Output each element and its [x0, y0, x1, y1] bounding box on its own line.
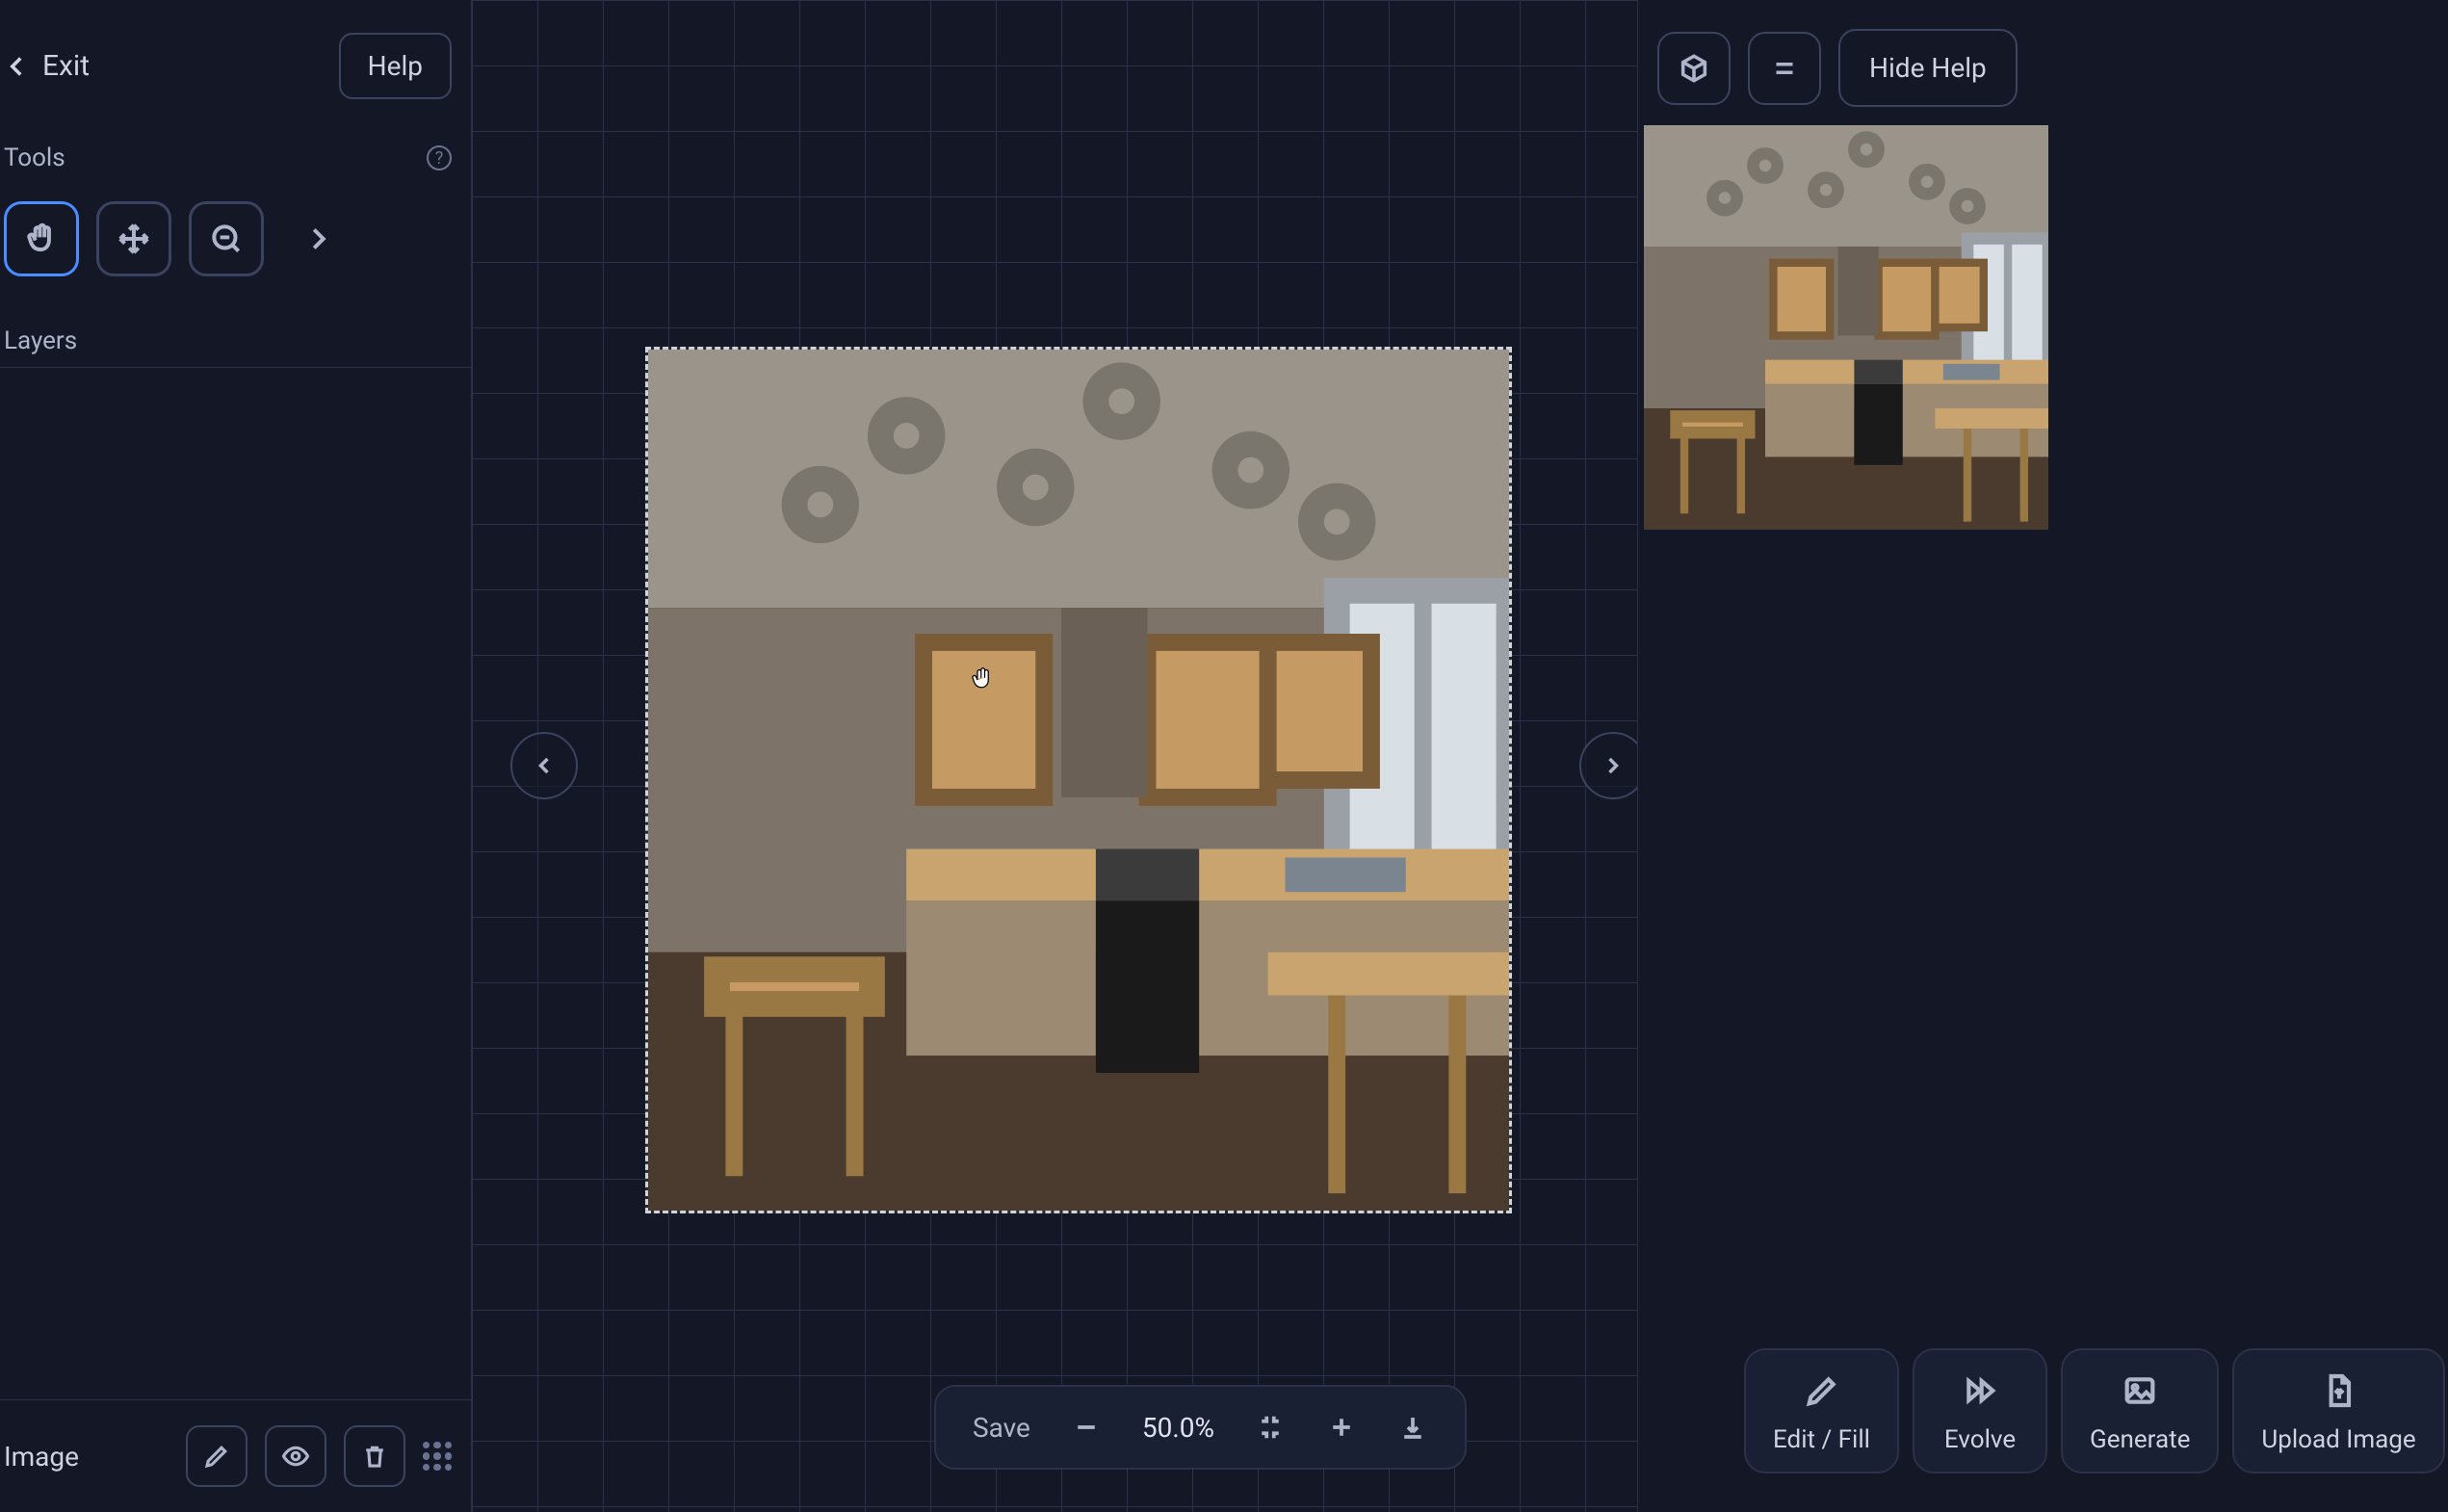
- prev-image-button[interactable]: [510, 732, 578, 799]
- tool-zoom-out[interactable]: [189, 201, 264, 276]
- hand-icon: [23, 221, 60, 257]
- sidebar-top-row: Exit Help: [0, 0, 471, 132]
- right-panel: Hide Help: [1637, 0, 2448, 1512]
- zoom-in-button[interactable]: [1318, 1404, 1365, 1450]
- visibility-button[interactable]: [265, 1425, 326, 1487]
- sidebar-bottom-row: Image: [0, 1399, 471, 1512]
- grab-cursor-icon: [968, 665, 997, 693]
- save-button[interactable]: Save: [965, 1412, 1038, 1444]
- delete-layer-button[interactable]: [344, 1425, 405, 1487]
- download-button[interactable]: [1390, 1404, 1436, 1450]
- canvas-image: [648, 350, 1509, 1211]
- action-generate[interactable]: Generate: [2061, 1348, 2219, 1473]
- tools-header: Tools ?: [0, 132, 471, 184]
- tools-header-label: Tools: [4, 143, 65, 172]
- question-icon[interactable]: ?: [427, 145, 452, 170]
- fit-screen-button[interactable]: [1247, 1404, 1293, 1450]
- arrow-left-icon: [0, 50, 33, 83]
- sidebar-spacer: [0, 368, 471, 1399]
- layers-header-label: Layers: [4, 326, 77, 355]
- canvas-image-frame[interactable]: [645, 347, 1512, 1213]
- action-upload[interactable]: Upload Image: [2232, 1348, 2444, 1473]
- thumbnail[interactable]: [1644, 125, 2048, 530]
- zoom-out-icon: [208, 221, 245, 257]
- eye-icon: [281, 1442, 310, 1471]
- plus-icon: [1327, 1413, 1356, 1442]
- chevron-right-icon: [1600, 752, 1627, 779]
- right-top-row: Hide Help: [1657, 29, 2429, 107]
- menu-button[interactable]: [1748, 32, 1821, 105]
- action-edit-fill-label: Edit / Fill: [1773, 1425, 1870, 1454]
- move-icon: [116, 221, 152, 257]
- image-label: Image: [4, 1441, 79, 1473]
- left-sidebar: Exit Help Tools ? Layers Image: [0, 0, 472, 1512]
- tool-row: [0, 184, 471, 315]
- tool-more[interactable]: [281, 201, 356, 276]
- action-generate-label: Generate: [2090, 1425, 2190, 1454]
- download-icon: [1398, 1413, 1427, 1442]
- exit-label: Exit: [42, 49, 90, 83]
- action-bar: Edit / Fill Evolve Generate Upload Image: [1744, 1348, 2445, 1473]
- cube-icon: [1678, 52, 1710, 85]
- chevron-right-icon: [300, 221, 337, 257]
- pencil-icon: [202, 1442, 231, 1471]
- tool-move[interactable]: [96, 201, 171, 276]
- edit-layer-button[interactable]: [186, 1425, 247, 1487]
- action-upload-label: Upload Image: [2261, 1425, 2415, 1454]
- minus-icon: [1072, 1413, 1101, 1442]
- thumbnail-image: [1644, 125, 2048, 530]
- drag-handle-icon[interactable]: [423, 1442, 452, 1471]
- view-3d-button[interactable]: [1657, 32, 1731, 105]
- hide-help-button[interactable]: Hide Help: [1838, 29, 2018, 107]
- menu-icon: [1768, 52, 1801, 85]
- action-evolve-label: Evolve: [1944, 1425, 2016, 1454]
- zoom-percent: 50.0%: [1134, 1412, 1222, 1444]
- file-upload-icon: [2320, 1371, 2358, 1410]
- trash-icon: [360, 1442, 389, 1471]
- exit-button[interactable]: Exit: [0, 49, 90, 83]
- image-icon: [2121, 1371, 2159, 1410]
- help-label: Help: [368, 50, 423, 82]
- help-button[interactable]: Help: [339, 33, 452, 99]
- chevron-left-icon: [531, 752, 558, 779]
- hide-help-label: Hide Help: [1869, 52, 1987, 84]
- pencil-icon: [1803, 1371, 1841, 1410]
- zoom-toolbar: Save 50.0%: [934, 1385, 1467, 1470]
- zoom-out-button[interactable]: [1063, 1404, 1109, 1450]
- fast-forward-icon: [1961, 1371, 1999, 1410]
- action-edit-fill[interactable]: Edit / Fill: [1744, 1348, 1899, 1473]
- tool-hand[interactable]: [4, 201, 79, 276]
- layers-header: Layers: [0, 315, 471, 368]
- action-evolve[interactable]: Evolve: [1913, 1348, 2047, 1473]
- collapse-icon: [1256, 1413, 1285, 1442]
